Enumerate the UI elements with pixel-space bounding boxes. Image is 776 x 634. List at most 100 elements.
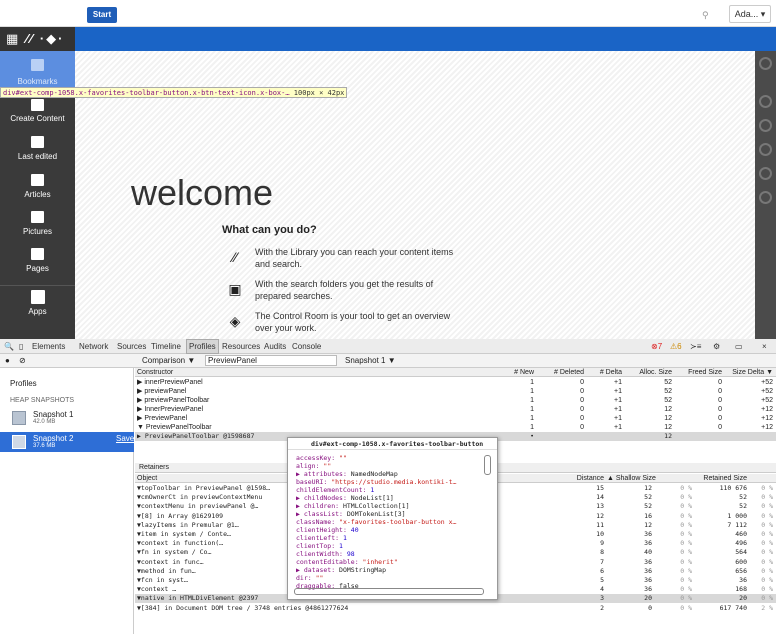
sidebar-item-pictures[interactable]: Pictures — [0, 211, 75, 243]
property-row[interactable]: clientWidth: 98 — [296, 550, 481, 558]
table-cell: 2 — [600, 603, 604, 612]
tool-icon[interactable] — [759, 119, 772, 132]
table-cell: 0 % — [761, 539, 773, 548]
tab-timeline[interactable]: Timeline — [151, 339, 181, 354]
property-key: childElementCount: — [296, 486, 371, 494]
device-icon[interactable]: ▯ — [19, 339, 23, 354]
table-row[interactable]: ▼[384] in Document DOM tree / 3748 entri… — [135, 604, 776, 613]
sidebar-item-create-content[interactable]: Create Content — [0, 99, 75, 129]
sidebar-item-articles[interactable]: Articles — [0, 174, 75, 206]
table-row[interactable]: ▶ previewPanelToolbar 1 0 +1 52 0 +52 — [135, 396, 776, 405]
sidebar-item-apps[interactable]: Apps — [0, 285, 75, 317]
table-cell: 0 % — [680, 539, 692, 548]
tab-network[interactable]: Network — [79, 339, 108, 354]
tab-console[interactable]: Console — [292, 339, 321, 354]
snapshot-select[interactable]: Snapshot 1 ▼ — [345, 354, 396, 368]
drawer-icon[interactable]: ≻≡ — [690, 339, 701, 354]
view-select[interactable]: Comparison ▼ — [142, 354, 195, 368]
property-row[interactable]: clientLeft: 1 — [296, 534, 481, 542]
property-row[interactable]: dir: "" — [296, 574, 481, 582]
sidebar-item-bookmarks[interactable]: Bookmarks — [0, 51, 75, 89]
table-cell: # Delta — [599, 369, 622, 376]
table-cell: ▲ Shallow Size — [607, 475, 656, 482]
property-row[interactable]: className: "x-favorites-toolbar-button x… — [296, 518, 481, 526]
start-button[interactable]: Start — [87, 7, 117, 23]
table-cell: 7 112 — [727, 520, 747, 529]
table-cell: 0 % — [761, 566, 773, 575]
property-row[interactable]: align: "" — [296, 462, 481, 470]
table-cell: 564 — [735, 548, 747, 557]
tab-profiles[interactable]: Profiles — [186, 339, 219, 354]
gear-icon[interactable]: ⚙ — [713, 339, 720, 354]
table-cell: Size Delta ▼ — [732, 369, 773, 376]
property-key: ▶ children: — [296, 502, 343, 510]
table-row[interactable]: ▼ PreviewPanelToolbar 1 0 +1 12 0 +12 — [135, 423, 776, 432]
table-cell: 2 % — [761, 603, 773, 612]
close-icon[interactable]: × — [762, 339, 767, 354]
tool-icon[interactable] — [759, 95, 772, 108]
object-popover[interactable]: div#ext-comp-1058.x-favorites-toolbar-bu… — [287, 437, 498, 600]
right-toolbar — [755, 51, 776, 339]
table-row[interactable]: ▶ previewPanel 1 0 +1 52 0 +52 — [135, 387, 776, 396]
table-cell: 0 — [580, 415, 584, 422]
table-row[interactable]: ▶ innerPreviewPanel 1 0 +1 52 0 +52 — [135, 378, 776, 387]
sidebar-item-label: Pictures — [23, 227, 52, 236]
table-cell: 1 — [530, 388, 534, 395]
table-cell: +52 — [761, 388, 773, 395]
table-row[interactable]: ▶ PreviewPanel 1 0 +1 12 0 +12 — [135, 414, 776, 423]
table-cell: 11 — [596, 520, 604, 529]
warning-count[interactable]: ⚠6 — [670, 339, 682, 354]
property-row[interactable]: ▶ dataset: DOMStringMap — [296, 566, 481, 574]
property-row[interactable]: clientHeight: 40 — [296, 526, 481, 534]
table-cell: 0 % — [761, 502, 773, 511]
search-icon[interactable]: ⚲ — [702, 10, 709, 21]
property-row[interactable]: ▶ attributes: NamedNodeMap — [296, 470, 481, 478]
dock-icon[interactable]: ▭ — [735, 339, 743, 354]
property-key: accessKey: — [296, 454, 340, 462]
property-value: "x-favorites-toolbar-button x… — [339, 518, 457, 526]
snapshot-2-item[interactable]: Snapshot 2 37.6 MB Save — [0, 432, 134, 452]
clear-icon[interactable]: ⊘ — [19, 354, 26, 368]
property-row[interactable]: childElementCount: 1 — [296, 486, 481, 494]
property-key: align: — [296, 462, 324, 470]
user-menu-button[interactable]: Ada... ▾ — [729, 5, 771, 23]
property-value: NamedNodeMap — [350, 470, 398, 478]
table-row[interactable]: ▶ InnerPreviewPanel 1 0 +1 12 0 +12 — [135, 405, 776, 414]
record-icon[interactable]: ● — [5, 354, 10, 368]
tool-icon[interactable] — [759, 191, 772, 204]
table-cell: 8 — [600, 548, 604, 557]
property-row[interactable]: ▶ children: HTMLCollection[1] — [296, 502, 481, 510]
snapshot-1-item[interactable]: Snapshot 1 42.0 MB — [0, 408, 134, 428]
tab-sources[interactable]: Sources — [117, 339, 146, 354]
tab-audits[interactable]: Audits — [264, 339, 286, 354]
property-row[interactable]: clientTop: 1 — [296, 542, 481, 550]
table-cell: 36 — [644, 557, 652, 566]
tool-icon[interactable] — [759, 57, 772, 70]
app-logo-icons[interactable]: ▦ ⁄⁄ ·◆· — [0, 27, 75, 51]
property-row[interactable]: accessKey: "" — [296, 454, 481, 462]
profiles-sidebar: Profiles HEAP SNAPSHOTS Snapshot 1 42.0 … — [0, 368, 134, 634]
sidebar-item-last-edited[interactable]: Last edited — [0, 136, 75, 168]
tool-icon[interactable] — [759, 143, 772, 156]
error-count[interactable]: ⊗7 — [651, 339, 662, 354]
table-cell: # New — [514, 369, 534, 376]
table-cell: 36 — [644, 566, 652, 575]
property-row[interactable]: ▶ childNodes: NodeList[1] — [296, 494, 481, 502]
property-row[interactable]: ▶ classList: DOMTokenList[3] — [296, 510, 481, 518]
property-row[interactable]: contentEditable: "inherit" — [296, 558, 481, 566]
table-header[interactable]: Constructor # New # Deleted # Delta Alloc. S… — [135, 368, 776, 377]
sidebar-item-pages[interactable]: Pages — [0, 248, 75, 280]
tab-elements[interactable]: Elements — [32, 339, 65, 354]
scrollbar-thumb[interactable] — [484, 455, 491, 475]
class-filter-input[interactable]: PreviewPanel — [205, 355, 337, 366]
property-key: className: — [296, 518, 340, 526]
inspect-icon[interactable]: 🔍 — [4, 339, 14, 354]
table-cell: 0 % — [761, 557, 773, 566]
save-link[interactable]: Save — [116, 434, 134, 443]
scrollbar-horizontal[interactable] — [294, 588, 484, 595]
property-row[interactable]: baseURI: "https://studio.media.kontiki-t… — [296, 478, 481, 486]
snapshot-icon — [12, 411, 26, 425]
tab-resources[interactable]: Resources — [222, 339, 260, 354]
tool-icon[interactable] — [759, 167, 772, 180]
popover-title: div#ext-comp-1058.x-favorites-toolbar-bu… — [288, 438, 497, 450]
